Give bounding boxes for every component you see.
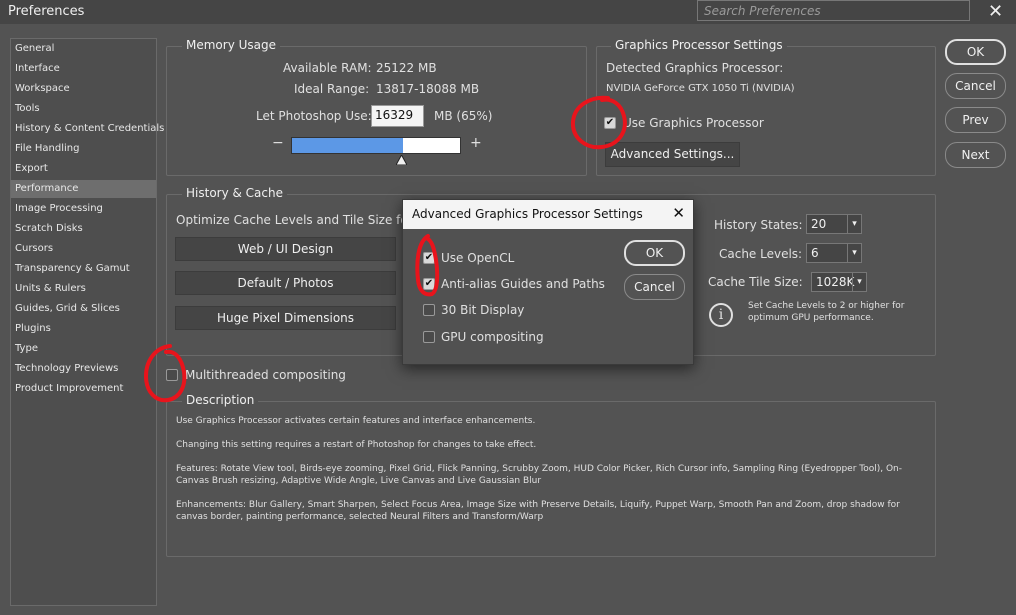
huge-pixel-dimensions-button[interactable]: Huge Pixel Dimensions [175,306,396,330]
30-bit-display-label: 30 Bit Display [441,303,525,317]
chevron-down-icon: ▾ [847,244,861,262]
dialog-cancel-button[interactable]: Cancel [624,274,685,300]
description-legend: Description [182,393,259,407]
cache-tile-size-value: 1028K [816,275,855,289]
sidebar-item-cursors[interactable]: Cursors [11,240,156,258]
dialog-title-bar: Advanced Graphics Processor Settings [403,200,693,229]
info-icon: i [709,303,733,327]
cache-levels-input[interactable]: 6 ▾ [806,243,862,263]
dialog-close-icon[interactable]: ✕ [672,204,685,222]
use-opencl-label: Use OpenCL [441,251,515,265]
next-button[interactable]: Next [945,142,1006,168]
memory-slider-fill [292,138,403,153]
memory-amount-input[interactable]: 16329 [371,105,424,127]
sidebar-item-history-content[interactable]: History & Content Credentials [11,120,164,138]
memory-slider[interactable] [291,137,461,154]
history-states-input[interactable]: 20 ▾ [806,214,862,234]
ok-button[interactable]: OK [945,39,1006,65]
sidebar: General Interface Workspace Tools Histor… [10,38,164,606]
sidebar-item-type[interactable]: Type [11,340,156,358]
history-states-value: 20 [811,217,827,231]
sidebar-item-scratch-disks[interactable]: Scratch Disks [11,220,156,238]
use-opencl-checkbox[interactable]: ✔ [423,252,435,264]
anti-alias-label: Anti-alias Guides and Paths [441,277,605,291]
history-states-label: History States: [714,218,803,232]
sidebar-item-workspace[interactable]: Workspace [11,80,156,98]
detected-gpu-value: NVIDIA GeForce GTX 1050 Ti (NVIDIA) [606,83,795,94]
description-enhancements-line-1: Enhancements: Blur Gallery, Smart Sharpe… [176,500,900,510]
web-ui-design-button[interactable]: Web / UI Design [175,237,396,261]
cache-tile-size-label: Cache Tile Size: [708,275,803,289]
sidebar-item-units[interactable]: Units & Rulers [11,280,156,298]
history-cache-legend: History & Cache [182,186,287,200]
sidebar-item-image-processing[interactable]: Image Processing [11,200,156,218]
memory-unit-label: MB (65%) [434,109,493,123]
gpu-compositing-checkbox[interactable] [423,331,435,343]
chevron-down-icon: ▾ [852,273,866,291]
sidebar-item-export[interactable]: Export [11,160,156,178]
sidebar-item-technology-previews[interactable]: Technology Previews [11,360,156,378]
prev-button[interactable]: Prev [945,107,1006,133]
sidebar-item-transparency[interactable]: Transparency & Gamut [11,260,156,278]
sidebar-item-general[interactable]: General [11,40,156,58]
description-text-2: Changing this setting requires a restart… [176,440,537,450]
search-input[interactable]: Search Preferences [697,0,970,21]
advanced-gpu-settings-dialog: Advanced Graphics Processor Settings ✕ ✔… [402,199,694,365]
sidebar-item-file-handling[interactable]: File Handling [11,140,156,158]
sidebar-item-plugins[interactable]: Plugins [11,320,156,338]
chevron-down-icon: ▾ [847,215,861,233]
optimize-cache-label: Optimize Cache Levels and Tile Size for: [176,213,417,227]
memory-slider-thumb[interactable] [396,155,407,165]
description-enhancements-line-2: canvas border, painting performance, sel… [176,512,544,522]
increase-memory-button[interactable]: + [470,135,482,151]
dialog-title: Advanced Graphics Processor Settings [412,207,643,221]
multithreaded-compositing-checkbox[interactable] [166,369,178,381]
decrease-memory-button[interactable]: − [272,135,284,151]
gpu-compositing-label: GPU compositing [441,330,544,344]
sidebar-item-product-improvement[interactable]: Product Improvement [11,380,156,398]
ideal-range-value: 13817-18088 MB [376,82,480,96]
sidebar-item-guides[interactable]: Guides, Grid & Slices [11,300,156,318]
description-features-line-2: Canvas Brush resizing, Adaptive Wide Ang… [176,476,542,486]
use-gpu-label: Use Graphics Processor [623,116,764,130]
sidebar-item-tools[interactable]: Tools [11,100,156,118]
cache-info-text-2: optimum GPU performance. [748,313,874,323]
sidebar-item-performance[interactable]: Performance [11,180,156,198]
window-title: Preferences [8,4,85,19]
sidebar-item-interface[interactable]: Interface [11,60,156,78]
cancel-button[interactable]: Cancel [945,73,1006,99]
anti-alias-checkbox[interactable]: ✔ [423,278,435,290]
ideal-range-label: Ideal Range: [294,82,370,96]
30-bit-display-checkbox[interactable] [423,304,435,316]
close-icon[interactable]: ✕ [988,1,1003,22]
description-features-line-1: Features: Rotate View tool, Birds-eye zo… [176,464,903,474]
available-ram-label: Available RAM: [283,61,372,75]
memory-usage-legend: Memory Usage [182,38,281,52]
cache-tile-size-select[interactable]: 1028K ▾ [811,272,867,292]
available-ram-value: 25122 MB [376,61,437,75]
advanced-settings-button[interactable]: Advanced Settings... [605,142,740,167]
description-text-1: Use Graphics Processor activates certain… [176,416,536,426]
gpu-settings-legend: Graphics Processor Settings [611,38,787,52]
detected-gpu-label: Detected Graphics Processor: [606,61,784,75]
cache-levels-value: 6 [811,246,819,260]
default-photos-button[interactable]: Default / Photos [175,271,396,295]
cache-levels-label: Cache Levels: [719,247,803,261]
let-photoshop-use-label: Let Photoshop Use: [256,109,372,123]
dialog-ok-button[interactable]: OK [624,240,685,266]
use-gpu-checkbox[interactable]: ✔ [604,117,616,129]
multithreaded-compositing-label: Multithreaded compositing [185,368,346,382]
cache-info-text-1: Set Cache Levels to 2 or higher for [748,301,905,311]
